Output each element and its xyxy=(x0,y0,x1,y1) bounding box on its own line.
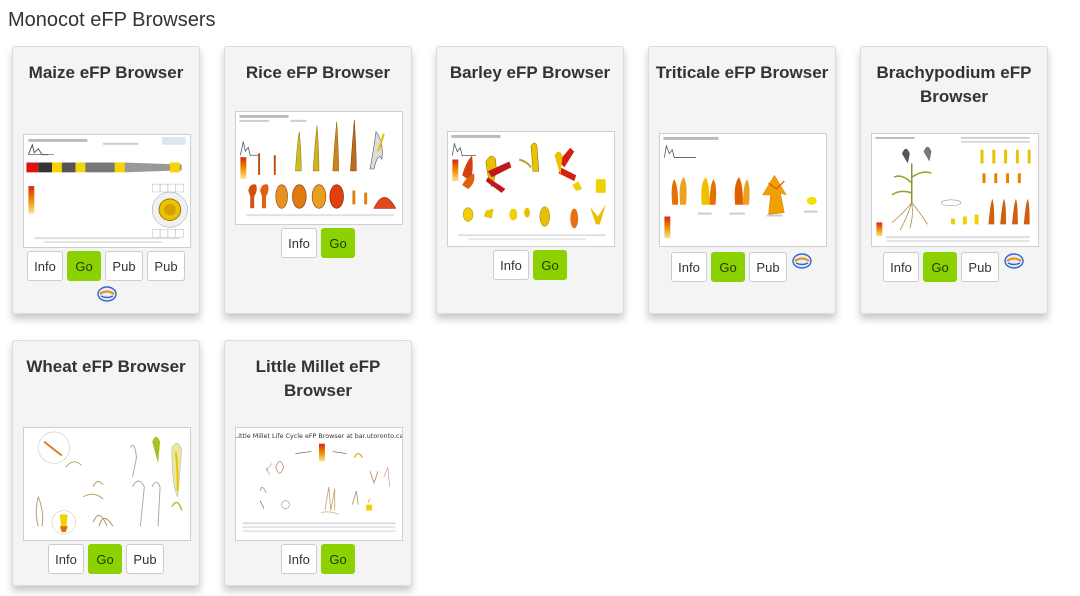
pub-button[interactable]: Pub xyxy=(105,251,143,281)
barley-button-row: Info Go xyxy=(437,250,623,280)
card-title: Rice eFP Browser xyxy=(245,63,391,82)
info-button[interactable]: Info xyxy=(281,544,317,574)
card-barley: Barley eFP Browser Info Go xyxy=(436,46,624,314)
barley-thumbnail[interactable] xyxy=(447,131,615,247)
brachypodium-thumbnail[interactable] xyxy=(871,133,1039,247)
maize-thumbnail[interactable] xyxy=(23,134,191,248)
ensembl-icon[interactable] xyxy=(791,252,813,270)
little-millet-thumbnail-heading: Little Millet Life Cycle eFP Browser at … xyxy=(236,432,402,440)
card-wheat: Wheat eFP Browser Info Go Pub xyxy=(12,340,200,586)
go-button[interactable]: Go xyxy=(88,544,122,574)
go-button[interactable]: Go xyxy=(923,252,957,282)
info-button[interactable]: Info xyxy=(48,544,84,574)
wheat-button-row: Info Go Pub xyxy=(13,544,199,574)
go-button[interactable]: Go xyxy=(711,252,745,282)
ensembl-icon[interactable] xyxy=(96,285,118,303)
info-button[interactable]: Info xyxy=(883,252,919,282)
info-button[interactable]: Info xyxy=(281,228,317,258)
card-maize: Maize eFP Browser Info Go Pub Pub xyxy=(12,46,200,314)
info-button[interactable]: Info xyxy=(493,250,529,280)
go-button[interactable]: Go xyxy=(321,228,355,258)
card-title: Maize eFP Browser xyxy=(28,63,184,82)
card-title: Brachypodium eFP Browser xyxy=(876,63,1032,106)
info-button[interactable]: Info xyxy=(27,251,63,281)
go-button[interactable]: Go xyxy=(533,250,567,280)
maize-button-row: Info Go Pub Pub xyxy=(13,251,199,281)
card-triticale: Triticale eFP Browser Info Go Pub xyxy=(648,46,836,314)
card-title: Wheat eFP Browser xyxy=(26,357,186,376)
rice-button-row: Info Go xyxy=(225,228,411,258)
card-title: Triticale eFP Browser xyxy=(655,63,829,82)
card-title: Barley eFP Browser xyxy=(449,63,611,82)
triticale-button-row: Info Go Pub xyxy=(649,252,835,282)
little-millet-thumbnail[interactable]: Little Millet Life Cycle eFP Browser at … xyxy=(235,427,403,541)
go-button[interactable]: Go xyxy=(321,544,355,574)
info-button[interactable]: Info xyxy=(671,252,707,282)
pub-button[interactable]: Pub xyxy=(961,252,999,282)
pub-button[interactable]: Pub xyxy=(126,544,164,574)
rice-thumbnail[interactable] xyxy=(235,111,403,225)
card-little-millet: Little Millet eFP Browser Little Millet … xyxy=(224,340,412,586)
go-button[interactable]: Go xyxy=(67,251,101,281)
card-rice: Rice eFP Browser Info Go xyxy=(224,46,412,314)
page-title: Monocot eFP Browsers xyxy=(8,9,216,31)
card-brachypodium: Brachypodium eFP Browser Info Go Pub xyxy=(860,46,1048,314)
brachypodium-button-row: Info Go Pub xyxy=(861,252,1047,282)
card-title: Little Millet eFP Browser xyxy=(255,357,381,400)
wheat-thumbnail[interactable] xyxy=(23,427,191,541)
ensembl-icon[interactable] xyxy=(1003,252,1025,270)
triticale-thumbnail[interactable] xyxy=(659,133,827,247)
little-millet-button-row: Info Go xyxy=(225,544,411,574)
pub-button[interactable]: Pub xyxy=(749,252,787,282)
pub-button[interactable]: Pub xyxy=(147,251,185,281)
